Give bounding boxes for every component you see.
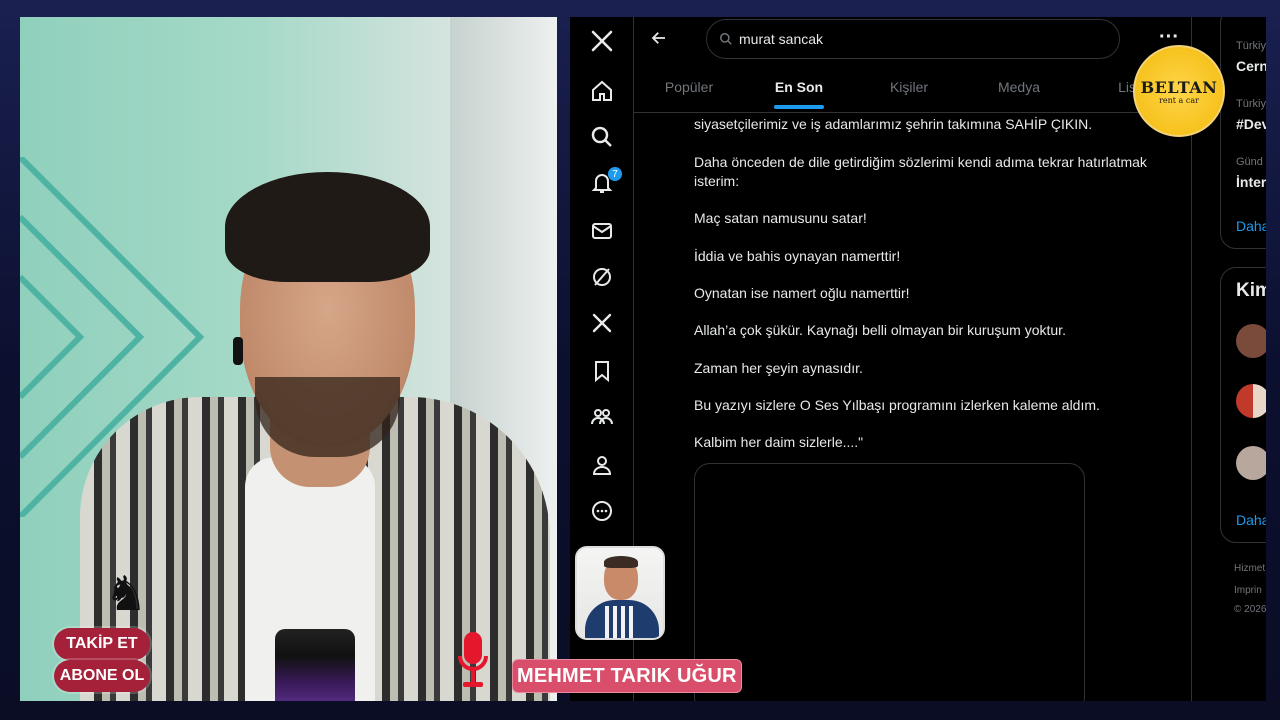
home-icon[interactable] xyxy=(580,69,624,113)
subscribe-button[interactable]: ABONE OL xyxy=(54,660,150,692)
search-icon xyxy=(720,33,732,45)
profile-icon[interactable] xyxy=(580,443,624,487)
communities-icon[interactable] xyxy=(580,395,624,439)
search-results-column: murat sancak ··· Popüler En Son Kişiler … xyxy=(634,17,1192,701)
trend-name[interactable]: #Dev xyxy=(1236,116,1266,132)
trend-context: Türkiy xyxy=(1236,98,1266,110)
host-hair xyxy=(225,172,430,282)
premium-x-icon[interactable] xyxy=(580,301,624,345)
trend-context: Türkiy xyxy=(1236,40,1266,52)
search-icon[interactable] xyxy=(580,115,624,159)
footer-copyright: © 2026 xyxy=(1234,604,1266,615)
grok-icon[interactable] xyxy=(580,255,624,299)
trends-panel: Türkiy Cern Türkiy #Dev Günd İnter Daha xyxy=(1220,17,1266,249)
search-input[interactable]: murat sancak xyxy=(706,19,1120,59)
trend-context: Günd xyxy=(1236,156,1263,168)
earbud xyxy=(233,337,243,365)
arrow-left-icon xyxy=(651,32,665,44)
sponsor-logo: BELTAN rent a car xyxy=(1133,45,1225,137)
tweet-paragraph: Allah’a çok şükür. Kaynağı belli olmayan… xyxy=(694,322,1066,338)
tweet-paragraph: Zaman her şeyin aynasıdır. xyxy=(694,360,863,376)
bookmarks-icon[interactable] xyxy=(580,349,624,393)
who-show-more[interactable]: Daha xyxy=(1236,512,1266,528)
who-to-follow-panel: Kim Daha xyxy=(1220,267,1266,543)
follow-button[interactable]: TAKİP ET xyxy=(54,628,150,660)
tab-popular[interactable]: Popüler xyxy=(634,69,744,113)
messages-icon[interactable] xyxy=(580,209,624,253)
tweet-paragraph: Daha önceden de dile getirdiğim sözlerim… xyxy=(694,154,1147,189)
notification-badge: 7 xyxy=(608,167,622,181)
guest-shirt xyxy=(605,606,637,638)
tweet-paragraph: İddia ve bahis oynayan namerttir! xyxy=(694,248,901,264)
x-logo-icon[interactable] xyxy=(580,19,624,63)
sponsor-subtitle: rent a car xyxy=(1159,95,1199,105)
search-query: murat sancak xyxy=(739,31,824,47)
guest-hair xyxy=(604,556,638,568)
notifications-icon[interactable]: 7 xyxy=(580,161,624,205)
tweet-paragraph: Kalbim her daim sizlerle...." xyxy=(694,434,864,450)
tweet-media[interactable] xyxy=(694,463,1085,701)
tab-people[interactable]: Kişiler xyxy=(854,69,964,113)
tab-latest[interactable]: En Son xyxy=(744,69,854,113)
microphone xyxy=(275,629,355,701)
tweet-paragraph: Oynatan ise namert oğlu namerttir! xyxy=(694,285,910,301)
trends-show-more[interactable]: Daha xyxy=(1236,218,1266,234)
tab-media[interactable]: Medya xyxy=(964,69,1074,113)
guest-name-tag: MEHMET TARIK UĞUR xyxy=(512,659,742,693)
footer-link[interactable]: Hizmet xyxy=(1234,563,1265,574)
tweet-paragraph: siyasetçilerimiz ve iş adamlarımız şehri… xyxy=(694,116,1093,132)
more-options-icon[interactable] xyxy=(580,489,624,533)
avatar[interactable] xyxy=(1236,324,1266,358)
back-button[interactable] xyxy=(644,23,674,53)
search-tabs: Popüler En Son Kişiler Medya List xyxy=(634,69,1191,113)
channel-logo-icon: ♞ xyxy=(104,568,148,621)
search-header: murat sancak ··· Popüler En Son Kişiler … xyxy=(634,17,1191,113)
who-to-follow-title: Kim xyxy=(1236,280,1266,301)
avatar[interactable] xyxy=(1236,446,1266,480)
microphone-icon xyxy=(458,632,488,687)
avatar[interactable] xyxy=(1236,384,1266,418)
trend-name[interactable]: Cern xyxy=(1236,58,1266,74)
tweet-paragraph: Maç satan namusunu satar! xyxy=(694,210,867,226)
trend-name[interactable]: İnter xyxy=(1236,174,1266,190)
sponsor-name: BELTAN xyxy=(1140,77,1218,97)
guest-camera xyxy=(575,546,665,640)
footer-link[interactable]: Imprin xyxy=(1234,585,1262,596)
right-sidebar: Türkiy Cern Türkiy #Dev Günd İnter Daha … xyxy=(1220,17,1266,701)
host-camera: ♞ xyxy=(20,17,557,701)
tweet-paragraph: Bu yazıyı sizlere O Ses Yılbaşı programı… xyxy=(694,397,1100,413)
